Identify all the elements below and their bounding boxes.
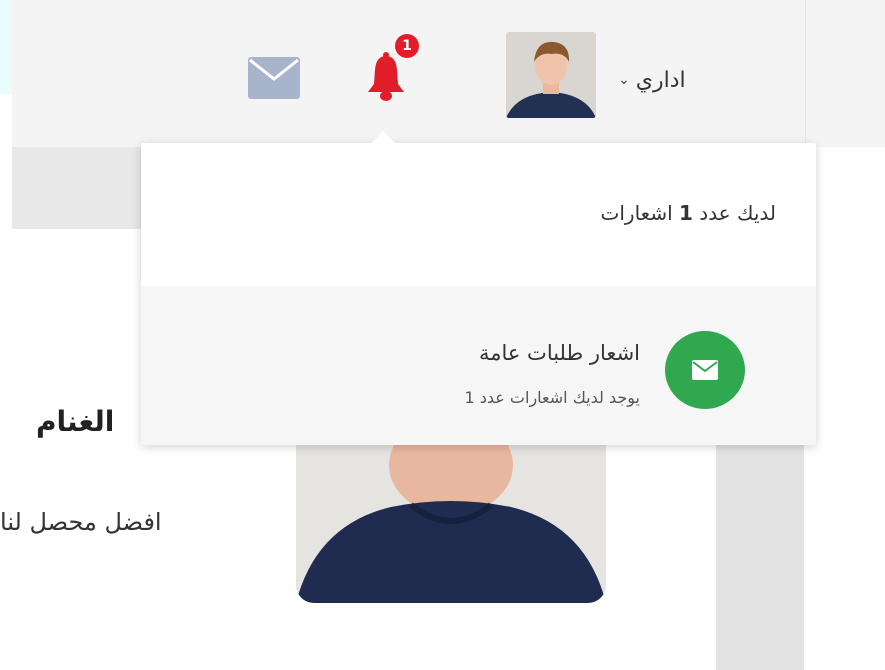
top-navbar xyxy=(12,0,805,148)
envelope-icon xyxy=(692,360,718,380)
messages-button[interactable] xyxy=(248,57,300,99)
notification-item[interactable]: اشعار طلبات عامة يوجد لديك اشعارات عدد 1 xyxy=(141,286,816,445)
notification-item-icon xyxy=(665,331,745,409)
notifications-header: لديك عدد 1 اشعارات xyxy=(601,201,776,225)
notifications-bell[interactable] xyxy=(366,52,406,102)
notification-subtitle: يوجد لديك اشعارات عدد 1 xyxy=(464,388,641,407)
profile-photo-image xyxy=(296,445,606,603)
person-description: افضل محصل لنا xyxy=(0,508,162,536)
content-band xyxy=(12,147,142,229)
person-name: الغنام xyxy=(36,405,115,438)
notifications-dropdown: لديك عدد 1 اشعارات اشعار طلبات عامة يوجد… xyxy=(141,131,816,445)
notification-count-badge: 1 xyxy=(395,34,419,58)
user-name: اداري xyxy=(635,67,686,93)
avatar-image xyxy=(506,32,596,118)
chevron-down-icon: ⌄ xyxy=(618,72,630,88)
navbar-edge xyxy=(805,0,885,147)
header-prefix: لديك عدد xyxy=(699,201,776,225)
envelope-icon xyxy=(248,57,300,99)
notification-title: اشعار طلبات عامة xyxy=(478,341,640,365)
user-menu[interactable]: اداري ⌄ xyxy=(618,60,686,100)
user-avatar[interactable] xyxy=(506,32,596,118)
header-suffix: اشعارات xyxy=(600,201,673,225)
bell-icon xyxy=(368,52,404,101)
profile-photo xyxy=(296,445,606,603)
header-count: 1 xyxy=(679,201,693,225)
